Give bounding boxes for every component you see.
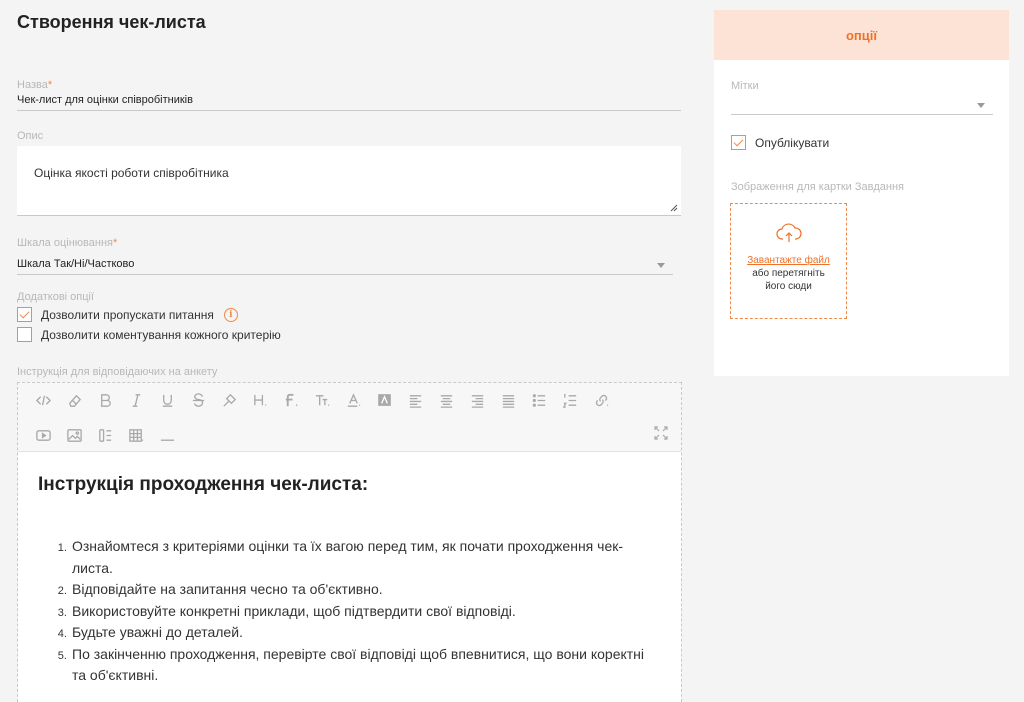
list-item: По закінченню проходження, перевірте сво…: [70, 644, 661, 687]
cloud-upload-icon: [775, 223, 802, 242]
align-justify-icon[interactable]: [493, 389, 524, 411]
paragraph-format-icon[interactable]: [90, 424, 121, 446]
code-view-icon[interactable]: [28, 389, 59, 411]
background-color-icon[interactable]: [369, 389, 400, 411]
font-size-icon[interactable]: [307, 389, 338, 411]
description-textarea[interactable]: Оцінка якості роботи співробітника: [17, 146, 681, 216]
image-upload-dropzone[interactable]: Завантажте файл або перетягніть його сюд…: [730, 203, 847, 319]
editor-ordered-list: Ознайомтеся з критеріями оцінки та їх ва…: [70, 536, 661, 687]
options-panel-title: опції: [714, 10, 1009, 60]
video-icon[interactable]: [28, 424, 59, 446]
extra-options-label: Додаткові опції: [17, 291, 95, 303]
option-skip-label: Дозволити пропускати питання: [41, 307, 214, 322]
toolbar-row-2: [28, 424, 183, 446]
eraser-icon[interactable]: [59, 389, 90, 411]
publish-row[interactable]: Опублікувати: [731, 135, 829, 150]
list-item: Будьте уважні до деталей.: [70, 622, 661, 644]
options-panel: опції Мітки Опублікувати Зображення для …: [714, 10, 1009, 376]
underline-icon[interactable]: [152, 389, 183, 411]
horizontal-line-icon[interactable]: [152, 424, 183, 446]
format-painter-icon[interactable]: [214, 389, 245, 411]
strikethrough-icon[interactable]: [183, 389, 214, 411]
name-input[interactable]: Чек-лист для оцінки співробітників: [17, 91, 681, 111]
fullscreen-icon[interactable]: [653, 425, 669, 441]
page-title: Створення чек-листа: [17, 12, 206, 32]
bullet-list-icon[interactable]: [524, 389, 555, 411]
align-right-icon[interactable]: [462, 389, 493, 411]
scale-select-value: Шкала Так/Ні/Частково: [17, 258, 135, 270]
tags-select[interactable]: [731, 95, 993, 115]
tags-label: Мітки: [731, 80, 759, 92]
editor-content[interactable]: Інструкція проходження чек-листа: Ознайо…: [18, 451, 681, 702]
link-icon[interactable]: [586, 389, 617, 411]
description-text: Оцінка якості роботи співробітника: [34, 166, 229, 180]
publish-checkbox[interactable]: [731, 135, 746, 150]
align-center-icon[interactable]: [431, 389, 462, 411]
italic-icon[interactable]: [121, 389, 152, 411]
bold-icon[interactable]: [90, 389, 121, 411]
toolbar-row-1: [28, 389, 617, 411]
upload-hint-2: його сюди: [765, 281, 812, 292]
name-label: Назва*: [17, 79, 53, 91]
publish-label: Опублікувати: [755, 135, 830, 150]
align-left-icon[interactable]: [400, 389, 431, 411]
description-label: Опис: [17, 130, 44, 142]
scale-label: Шкала оцінювання*: [17, 237, 118, 249]
resize-handle-icon[interactable]: [670, 204, 678, 212]
chevron-down-icon: [657, 263, 665, 268]
image-icon[interactable]: [59, 424, 90, 446]
option-comment-checkbox[interactable]: [17, 327, 32, 342]
option-comment-row[interactable]: Дозволити коментування кожного критерію: [17, 327, 281, 342]
option-skip-checkbox[interactable]: [17, 307, 32, 322]
table-icon[interactable]: [121, 424, 152, 446]
font-color-icon[interactable]: [338, 389, 369, 411]
info-icon[interactable]: i: [223, 307, 238, 322]
option-skip-row[interactable]: Дозволити пропускати питання i: [17, 307, 238, 322]
rich-text-editor: Інструкція проходження чек-листа: Ознайо…: [17, 382, 682, 702]
list-item: Ознайомтеся з критеріями оцінки та їх ва…: [70, 536, 661, 579]
font-family-icon[interactable]: [276, 389, 307, 411]
numbered-list-icon[interactable]: [555, 389, 586, 411]
instruction-label: Інструкція для відповідаючих на анкету: [17, 366, 218, 378]
list-item: Використовуйте конкретні приклади, щоб п…: [70, 601, 661, 623]
scale-select[interactable]: Шкала Так/Ні/Частково: [17, 255, 673, 275]
heading-icon[interactable]: [245, 389, 276, 411]
chevron-down-icon: [977, 103, 985, 108]
editor-toolbar: [18, 383, 681, 451]
list-item: Відповідайте на запитання чесно та об'єк…: [70, 579, 661, 601]
image-label: Зображення для картки Завдання: [731, 181, 905, 193]
option-comment-label: Дозволити коментування кожного критерію: [41, 327, 281, 342]
editor-heading: Інструкція проходження чек-листа:: [38, 474, 369, 495]
main-content: Створення чек-листа Назва* Чек-лист для …: [0, 0, 700, 702]
upload-hint-1: або перетягніть: [752, 268, 825, 279]
upload-file-link[interactable]: Завантажте файл: [731, 254, 846, 267]
